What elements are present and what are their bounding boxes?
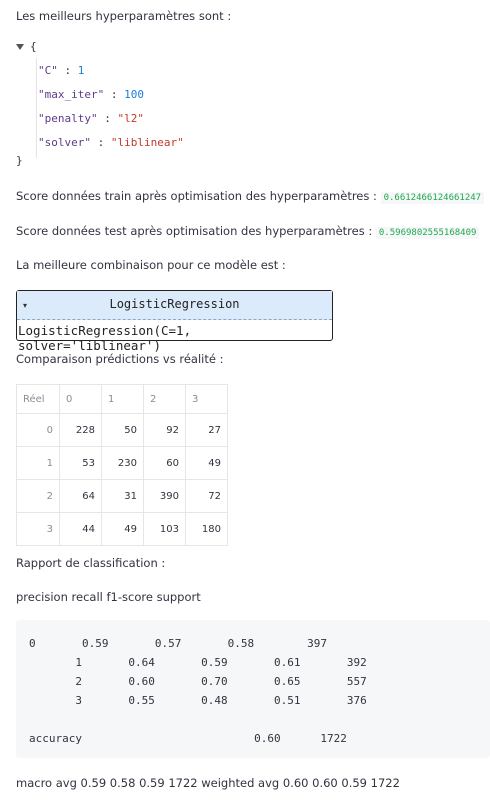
json-param-row: "C" : 1 [38,64,85,77]
score-test-line: Score données test après optimisation de… [16,223,480,241]
table-cell: 49 [101,512,144,546]
json-param-row: "max_iter" : 100 [38,88,144,101]
table-row: 3 44 49 103 180 [16,512,228,546]
report-footer: macro avg 0.59 0.58 0.59 1722 weighted a… [16,776,400,790]
json-param-row: "penalty" : "l2" [38,112,144,125]
table-header-row: Réel 0 1 2 3 [16,384,228,414]
table-cell: 228 [59,413,102,447]
classification-report-block: 0 0.59 0.57 0.58 397 1 0.64 0.59 0.61 39… [16,620,490,758]
table-cell: 92 [143,413,186,447]
row-index: 3 [16,512,60,546]
comparison-label: Comparaison prédictions vs réalité : [16,352,224,366]
table-cell: 180 [185,512,228,546]
model-repr: LogisticRegression(C=1, solver='liblinea… [18,323,192,353]
column-header: 0 [59,384,102,414]
column-header: 3 [185,384,228,414]
table-cell: 103 [143,512,186,546]
row-index: 1 [16,446,60,480]
table-cell: 50 [101,413,144,447]
table-row: 0 228 50 92 27 [16,413,228,447]
table-row: 2 64 31 390 72 [16,479,228,513]
score-train-line: Score données train après optimisation d… [16,188,485,206]
column-header: 2 [143,384,186,414]
model-name: LogisticRegression [109,297,240,311]
table-cell: 64 [59,479,102,513]
table-cell: 230 [101,446,144,480]
collapse-caret-icon[interactable] [16,44,24,50]
index-header: Réel [16,384,60,414]
score-train-value: 0.6612466124661247 [380,192,485,204]
score-test-value: 0.5969802555168409 [375,227,480,239]
classification-report-text: 0 0.59 0.57 0.58 397 1 0.64 0.59 0.61 39… [29,637,367,745]
json-open-brace: { [30,40,37,53]
json-indent-guide [36,58,37,158]
table-cell: 49 [185,446,228,480]
table-cell: 27 [185,413,228,447]
model-estimator-header[interactable]: ▾ LogisticRegression [17,291,332,320]
score-train-label: Score données train après optimisation d… [16,189,377,203]
table-cell: 53 [59,446,102,480]
hyperparams-title: Les meilleurs hyperparamètres sont : [16,9,232,23]
table-cell: 390 [143,479,186,513]
best-combo-label: La meilleure combinaison pour ce modèle … [16,258,286,272]
row-index: 0 [16,413,60,447]
confusion-matrix-table: Réel 0 1 2 3 0 228 50 92 27 1 53 230 60 … [16,384,228,546]
json-close-brace: } [16,154,23,167]
report-label: Rapport de classification : [16,556,166,570]
table-cell: 31 [101,479,144,513]
json-param-row: "solver" : "liblinear" [38,136,184,149]
model-estimator-box: ▾ LogisticRegression LogisticRegression(… [16,290,333,353]
report-header: precision recall f1-score support [16,590,201,604]
column-header: 1 [101,384,144,414]
row-index: 2 [16,479,60,513]
table-cell: 72 [185,479,228,513]
table-cell: 60 [143,446,186,480]
score-test-label: Score données test après optimisation de… [16,224,373,238]
table-row: 1 53 230 60 49 [16,446,228,480]
table-cell: 44 [59,512,102,546]
